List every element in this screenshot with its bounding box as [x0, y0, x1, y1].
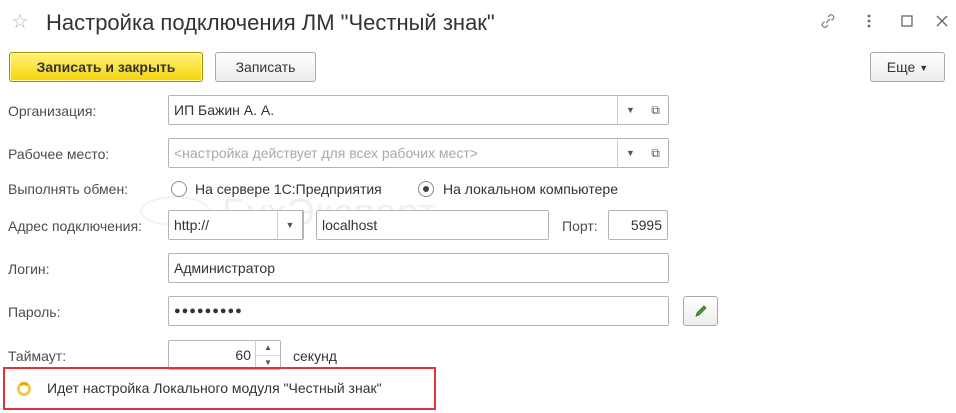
window-title: Настройка подключения ЛМ "Честный знак": [46, 10, 495, 35]
login-label: Логин:: [8, 261, 50, 277]
organization-open-icon[interactable]: ⧉: [643, 95, 669, 125]
maximize-icon[interactable]: [897, 12, 917, 32]
organization-field[interactable]: ИП Бажин А. А.: [168, 95, 644, 125]
workplace-label: Рабочее место:: [8, 146, 110, 162]
timeout-unit: секунд: [293, 348, 337, 364]
radio-local[interactable]: [418, 181, 434, 197]
password-label: Пароль:: [8, 304, 61, 320]
radio-server-label[interactable]: На сервере 1С:Предприятия: [195, 180, 382, 198]
status-text: Идет настройка Локального модуля "Честны…: [47, 380, 382, 396]
timeout-label: Таймаут:: [8, 348, 67, 364]
organization-dropdown-icon[interactable]: ▼: [617, 95, 643, 125]
login-field[interactable]: Администратор: [168, 253, 669, 283]
timeout-stepper[interactable]: ▲ ▼: [255, 340, 281, 370]
timeout-field[interactable]: 60: [168, 340, 256, 370]
host-field[interactable]: localhost: [316, 210, 549, 240]
more-button-label: Еще: [886, 59, 916, 75]
port-field[interactable]: 5995: [608, 210, 668, 240]
address-label: Адрес подключения:: [8, 218, 142, 234]
pencil-icon: [694, 305, 707, 317]
more-button[interactable]: Еще ▼: [870, 52, 945, 82]
close-icon[interactable]: [932, 12, 952, 32]
loading-spinner-icon: [17, 382, 31, 396]
protocol-dropdown-icon[interactable]: ▼: [277, 210, 303, 240]
port-label: Порт:: [562, 218, 598, 234]
edit-password-button[interactable]: [683, 296, 718, 326]
radio-local-label[interactable]: На локальном компьютере: [443, 180, 618, 198]
password-field[interactable]: ●●●●●●●●●: [168, 296, 669, 326]
status-panel: Идет настройка Локального модуля "Честны…: [3, 367, 436, 410]
save-and-close-button[interactable]: Записать и закрыть: [9, 52, 203, 82]
stepper-up-icon[interactable]: ▲: [256, 341, 280, 355]
exchange-label: Выполнять обмен:: [8, 181, 129, 197]
save-button[interactable]: Записать: [215, 52, 316, 82]
favorite-star-icon[interactable]: ☆: [11, 10, 29, 34]
workplace-dropdown-icon[interactable]: ▼: [617, 138, 643, 168]
organization-label: Организация:: [8, 103, 97, 119]
workplace-field[interactable]: <настройка действует для всех рабочих ме…: [168, 138, 644, 168]
workplace-open-icon[interactable]: ⧉: [643, 138, 669, 168]
link-icon[interactable]: [818, 12, 838, 32]
more-vertical-icon[interactable]: [859, 12, 879, 32]
chevron-down-icon: ▼: [919, 63, 929, 73]
radio-server[interactable]: [171, 181, 187, 197]
